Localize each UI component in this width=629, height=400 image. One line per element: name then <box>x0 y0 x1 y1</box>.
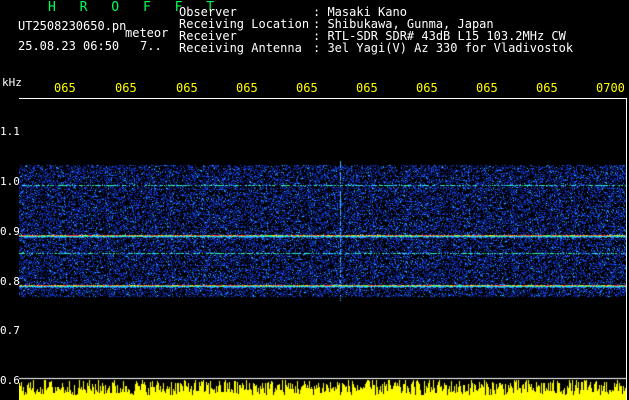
spectrogram-plot <box>19 98 627 400</box>
datetime: 25.08.23 06:50 <box>18 39 120 53</box>
meteor-label: meteor <box>125 26 169 40</box>
hrofft-spectrogram-window: H R O F F T UT2508230650.pn meteor 25.08… <box>0 0 629 400</box>
time-tick-1: 065 <box>54 81 76 95</box>
freq-tick-0-9: 0.9 <box>0 225 20 238</box>
time-tick-10: 0700 <box>596 81 625 95</box>
time-tick-9: 065 <box>536 81 558 95</box>
freq-tick-0-7: 0.7 <box>0 324 20 337</box>
antenna-value: : 3el Yagi(V) Az 330 for Vladivostok <box>313 41 574 55</box>
freq-tick-1-1: 1.1 <box>0 125 20 138</box>
time-tick-8: 065 <box>476 81 498 95</box>
file-name: UT2508230650.pn <box>18 19 127 33</box>
freq-tick-0-6: 0.6 <box>0 374 20 387</box>
antenna-label: Receiving Antenna <box>179 41 302 55</box>
freq-tick-1-0: 1.0 <box>0 175 20 188</box>
spectrogram-canvas <box>19 99 626 400</box>
time-tick-5: 065 <box>296 81 318 95</box>
time-tick-2: 065 <box>115 81 137 95</box>
time-tick-6: 065 <box>356 81 378 95</box>
y-axis-unit: kHz <box>2 76 22 89</box>
count-value: 7.. <box>140 39 162 53</box>
time-tick-3: 065 <box>176 81 198 95</box>
time-tick-7: 065 <box>416 81 438 95</box>
time-tick-4: 065 <box>236 81 258 95</box>
freq-tick-0-8: 0.8 <box>0 275 20 288</box>
